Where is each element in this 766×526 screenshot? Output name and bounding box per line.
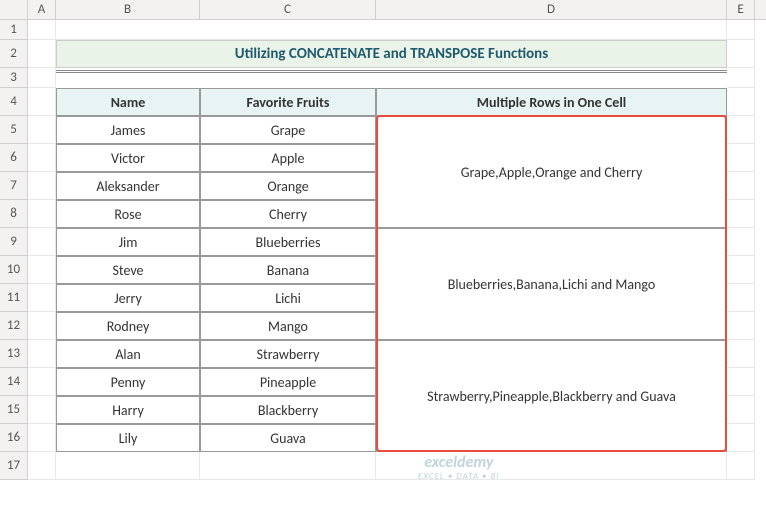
cell-e16[interactable] [727, 424, 755, 452]
cell-d17[interactable] [376, 452, 727, 480]
cell-e6[interactable] [727, 144, 755, 172]
title-cell[interactable]: Utilizing CONCATENATE and TRANSPOSE Func… [56, 40, 727, 68]
cell-c17[interactable] [200, 452, 376, 480]
cell-e7[interactable] [727, 172, 755, 200]
cell-fruit-6[interactable]: Lichi [200, 284, 376, 312]
row-header-4[interactable]: 4 [0, 88, 27, 116]
cell-b1-d1[interactable] [56, 20, 727, 40]
cell-name-2[interactable]: Aleksander [56, 172, 200, 200]
cell-name-10[interactable]: Harry [56, 396, 200, 424]
col-header-d[interactable]: D [376, 0, 727, 19]
row-header-1[interactable]: 1 [0, 20, 27, 40]
cell-fruit-0[interactable]: Grape [200, 116, 376, 144]
cell-a7[interactable] [28, 172, 56, 200]
cell-name-5[interactable]: Steve [56, 256, 200, 284]
cell-fruit-8[interactable]: Strawberry [200, 340, 376, 368]
row-header-8[interactable]: 8 [0, 200, 27, 228]
cell-a16[interactable] [28, 424, 56, 452]
cell-e10[interactable] [727, 256, 755, 284]
row-header-9[interactable]: 9 [0, 228, 27, 256]
cell-e5[interactable] [727, 116, 755, 144]
cells-area: Utilizing CONCATENATE and TRANSPOSE Func… [28, 20, 766, 480]
col-header-b[interactable]: B [56, 0, 200, 19]
cell-name-8[interactable]: Alan [56, 340, 200, 368]
row-header-12[interactable]: 12 [0, 312, 27, 340]
row-header-11[interactable]: 11 [0, 284, 27, 312]
merged-result-1[interactable]: Blueberries,Banana,Lichi and Mango [376, 228, 727, 340]
cell-a15[interactable] [28, 396, 56, 424]
cell-e12[interactable] [727, 312, 755, 340]
cell-a5[interactable] [28, 116, 56, 144]
header-fruits[interactable]: Favorite Fruits [200, 88, 376, 116]
cell-a4[interactable] [28, 88, 56, 116]
column-headers: A B C D E [0, 0, 766, 20]
cell-a9[interactable] [28, 228, 56, 256]
merged-result-2[interactable]: Strawberry,Pineapple,Blackberry and Guav… [376, 340, 727, 452]
row-header-10[interactable]: 10 [0, 256, 27, 284]
cell-a1[interactable] [28, 20, 56, 40]
cell-fruit-10[interactable]: Blackberry [200, 396, 376, 424]
col-header-e[interactable]: E [727, 0, 755, 19]
row-header-7[interactable]: 7 [0, 172, 27, 200]
row-headers: 1 2 3 4 5 6 7 8 9 10 11 12 13 14 15 16 1… [0, 20, 28, 480]
cell-e15[interactable] [727, 396, 755, 424]
cell-name-1[interactable]: Victor [56, 144, 200, 172]
cell-a14[interactable] [28, 368, 56, 396]
cell-a12[interactable] [28, 312, 56, 340]
cell-fruit-9[interactable]: Pineapple [200, 368, 376, 396]
cell-e17[interactable] [727, 452, 755, 480]
cell-e14[interactable] [727, 368, 755, 396]
cell-a11[interactable] [28, 284, 56, 312]
col-header-c[interactable]: C [200, 0, 376, 19]
cell-name-0[interactable]: James [56, 116, 200, 144]
merged-result-0[interactable]: Grape,Apple,Orange and Cherry [376, 116, 727, 228]
cell-e2[interactable] [727, 40, 755, 68]
cell-e4[interactable] [727, 88, 755, 116]
cell-fruit-1[interactable]: Apple [200, 144, 376, 172]
row-header-16[interactable]: 16 [0, 424, 27, 452]
divider-row [56, 68, 727, 88]
row-header-6[interactable]: 6 [0, 144, 27, 172]
cell-a17[interactable] [28, 452, 56, 480]
select-all-corner[interactable] [0, 0, 28, 19]
cell-a8[interactable] [28, 200, 56, 228]
row-header-13[interactable]: 13 [0, 340, 27, 368]
spreadsheet: A B C D E 1 2 3 4 5 6 7 8 9 10 11 12 13 … [0, 0, 766, 526]
cell-e1[interactable] [727, 20, 755, 40]
cell-fruit-7[interactable]: Mango [200, 312, 376, 340]
cell-a10[interactable] [28, 256, 56, 284]
cell-a2[interactable] [28, 40, 56, 68]
cell-fruit-11[interactable]: Guava [200, 424, 376, 452]
cell-e8[interactable] [727, 200, 755, 228]
header-name[interactable]: Name [56, 88, 200, 116]
cell-name-7[interactable]: Rodney [56, 312, 200, 340]
cell-e3[interactable] [727, 68, 755, 88]
cell-e9[interactable] [727, 228, 755, 256]
cell-fruit-5[interactable]: Banana [200, 256, 376, 284]
row-header-15[interactable]: 15 [0, 396, 27, 424]
col-header-a[interactable]: A [28, 0, 56, 19]
cell-b17[interactable] [56, 452, 200, 480]
cell-name-3[interactable]: Rose [56, 200, 200, 228]
cell-e13[interactable] [727, 340, 755, 368]
header-multi[interactable]: Multiple Rows in One Cell [376, 88, 727, 116]
cell-a13[interactable] [28, 340, 56, 368]
cell-name-9[interactable]: Penny [56, 368, 200, 396]
cell-name-4[interactable]: Jim [56, 228, 200, 256]
row-header-3[interactable]: 3 [0, 68, 27, 88]
row-header-17[interactable]: 17 [0, 452, 27, 480]
cell-a6[interactable] [28, 144, 56, 172]
cell-fruit-3[interactable]: Cherry [200, 200, 376, 228]
cell-name-11[interactable]: Lily [56, 424, 200, 452]
row-header-5[interactable]: 5 [0, 116, 27, 144]
cell-fruit-4[interactable]: Blueberries [200, 228, 376, 256]
cell-a3[interactable] [28, 68, 56, 88]
cell-name-6[interactable]: Jerry [56, 284, 200, 312]
row-header-2[interactable]: 2 [0, 40, 27, 68]
cell-e11[interactable] [727, 284, 755, 312]
row-header-14[interactable]: 14 [0, 368, 27, 396]
cell-fruit-2[interactable]: Orange [200, 172, 376, 200]
